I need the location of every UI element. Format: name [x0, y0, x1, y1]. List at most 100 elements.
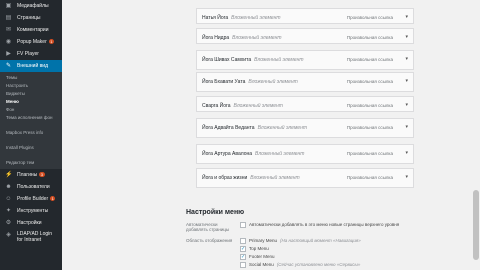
sidebar-item-tools[interactable]: ✦ Инструменты [0, 205, 62, 217]
page-icon: ▤ [5, 15, 12, 21]
menu-item[interactable]: Натья Йога Вложенный элемент Произвольная … [196, 8, 414, 24]
menu-item-sub: Вложенный элемент [254, 57, 304, 63]
sidebar-item-label: FV Player [17, 51, 39, 57]
scrollbar-thumb[interactable] [473, 190, 479, 260]
menu-item-type: Произвольная ссылка [346, 35, 393, 40]
sidebar-item-page[interactable]: ▤ Страницы [0, 12, 62, 24]
auto-add-label: Автоматически добавлять страницы [186, 222, 230, 232]
location-checkbox[interactable] [240, 262, 246, 268]
plugin-icon: ⚡ [5, 172, 13, 178]
menu-item-name: Йога Бхавати Уата [202, 79, 246, 85]
settings-icon: ⚙ [5, 220, 12, 226]
menu-item-name: Йога Адвайта Веданта [202, 125, 255, 131]
location-option: Footer Menu [249, 254, 278, 259]
menu-item[interactable]: Йога Нидра Вложенный элемент Произвольная … [196, 28, 414, 44]
menu-item-sub: Вложенный элемент [255, 151, 305, 157]
menu-item-type: Произвольная ссылка [346, 125, 393, 130]
submenu-item[interactable]: Темы [0, 74, 62, 82]
location-option-label: Top Menu [249, 246, 269, 251]
menu-item-title: Йога Бхавати Уата Вложенный элемент [202, 79, 298, 85]
sidebar-item-label: Инструменты [17, 208, 49, 214]
menu-item-sub: Вложенный элемент [250, 175, 300, 181]
auto-add-option: Автоматически добавлять в это меню новые… [249, 222, 400, 227]
menu-item-title: Йога Адвайта Веданта Вложенный элемент [202, 125, 307, 131]
sidebar-item-media[interactable]: ▣ Медиафайлы [0, 0, 62, 12]
sidebar-item-label: Настройки [17, 220, 42, 226]
location-option: Primary Menu (На настоящий момент «Навига… [249, 238, 361, 243]
location-option-label: Footer Menu [249, 254, 275, 259]
submenu-item[interactable]: Редактор тем [0, 159, 62, 167]
sidebar-item-settings[interactable]: ⚙ Настройки [0, 217, 62, 229]
menu-item-type: Произвольная ссылка [346, 79, 393, 84]
users-icon: ☻ [5, 184, 12, 190]
menu-item[interactable]: Йога Артура Авалона Вложенный элемент Прои… [196, 144, 414, 164]
menu-item[interactable]: Сварга Йога Вложенный элемент Произвольная… [196, 96, 414, 112]
location-label: Область отображения [186, 238, 233, 243]
menu-item[interactable]: Йога и образ жизни Вложенный элемент Произ… [196, 168, 414, 188]
submenu-item[interactable]: Фон [0, 106, 62, 114]
chevron-down-icon[interactable]: ▾ [405, 78, 408, 84]
location-option-note: (На настоящий момент «Навигация» [280, 238, 361, 243]
main-content: Натья Йога Вложенный элемент Произвольная … [62, 0, 480, 270]
sidebar-item-player[interactable]: ▶ FV Player [0, 48, 62, 60]
chevron-down-icon[interactable]: ▾ [405, 124, 408, 130]
submenu-item[interactable]: Mapbox Press info [0, 129, 62, 144]
menu-item-type: Произвольная ссылка [346, 15, 393, 20]
submenu-item[interactable]: Меню [0, 98, 62, 106]
update-badge: 1 [50, 196, 56, 202]
sidebar-item-popup[interactable]: ◉ Popup Maker 1 [0, 36, 62, 48]
location-checkbox[interactable] [240, 238, 246, 244]
sidebar-item-label: Плагины [17, 172, 38, 178]
sidebar-item-appearance[interactable]: ✎ Внешний вид [0, 60, 62, 72]
menu-item-title: Йога Шивах Самхита Вложенный элемент [202, 57, 304, 63]
tools-icon: ✦ [5, 208, 12, 214]
menu-item-name: Йога Артура Авалона [202, 151, 253, 157]
chevron-down-icon[interactable]: ▾ [405, 34, 408, 40]
menu-item-name: Йога и образ жизни [202, 175, 248, 181]
menu-item[interactable]: Йога Бхавати Уата Вложенный элемент Произв… [196, 72, 414, 92]
menu-item-type: Произвольная ссылка [346, 151, 393, 156]
location-checkbox[interactable]: ✓ [240, 254, 246, 260]
menu-item-sub: Вложенный элемент [248, 79, 298, 85]
sidebar-item-label: LDAP/AD Login for Intranet [17, 231, 53, 243]
submenu-item[interactable]: Настроить [0, 82, 62, 90]
menu-item[interactable]: Йога Адвайта Веданта Вложенный элемент Про… [196, 118, 414, 138]
sidebar-item-label: Profile Builder [17, 196, 49, 202]
popup-icon: ◉ [5, 39, 12, 45]
menu-item-title: Йога Артура Авалона Вложенный элемент [202, 151, 304, 157]
menu-item-title: Сварга Йога Вложенный элемент [202, 103, 283, 109]
location-option-note: (Сейчас установлено меню «Сервисы» [276, 262, 361, 267]
sidebar-item-users[interactable]: ☻ Пользователи [0, 181, 62, 193]
location-option: Top Menu [249, 246, 272, 251]
menu-item-name: Йога Нидра [202, 35, 230, 41]
chevron-down-icon[interactable]: ▾ [405, 174, 408, 180]
chevron-down-icon[interactable]: ▾ [405, 56, 408, 62]
menu-item-title: Йога Нидра Вложенный элемент [202, 35, 282, 41]
menu-item-title: Йога и образ жизни Вложенный элемент [202, 175, 300, 181]
update-badge: 1 [48, 39, 54, 45]
sidebar-bottom-group: ⚡ Плагины 3 ☻ Пользователи ☺ Profile Builder 1 ✦… [0, 169, 62, 247]
submenu-item[interactable]: Install Plugins [0, 144, 62, 159]
sidebar-item-label: Пользователи [17, 184, 50, 190]
submenu-item[interactable]: Виджеты [0, 90, 62, 98]
media-icon: ▣ [5, 3, 12, 9]
sidebar-item-plugin[interactable]: ⚡ Плагины 3 [0, 169, 62, 181]
scrollbar[interactable] [472, 0, 480, 270]
sidebar-item-login[interactable]: ◈ LDAP/AD Login for Intranet [0, 229, 57, 247]
sidebar-item-label: Страницы [17, 15, 41, 21]
brush-icon: ✎ [5, 63, 12, 69]
chevron-down-icon[interactable]: ▾ [405, 14, 408, 20]
auto-add-checkbox[interactable] [240, 222, 246, 228]
menu-item[interactable]: Йога Шивах Самхита Вложенный элемент Произ… [196, 50, 414, 70]
chevron-down-icon[interactable]: ▾ [405, 150, 408, 156]
location-checkbox[interactable]: ✓ [240, 246, 246, 252]
menu-item-sub: Вложенный элемент [257, 125, 307, 131]
sidebar-item-label: Внешний вид [17, 63, 48, 69]
sidebar-item-comment[interactable]: ✉ Комментарии [0, 24, 62, 36]
update-badge: 3 [39, 172, 45, 178]
player-icon: ▶ [6, 51, 11, 57]
sidebar-item-profile[interactable]: ☺ Profile Builder 1 [0, 193, 62, 205]
chevron-down-icon[interactable]: ▾ [405, 102, 408, 108]
menu-item-name: Сварга Йога [202, 103, 231, 109]
submenu-item[interactable]: Тема исполнения фон [0, 114, 62, 129]
